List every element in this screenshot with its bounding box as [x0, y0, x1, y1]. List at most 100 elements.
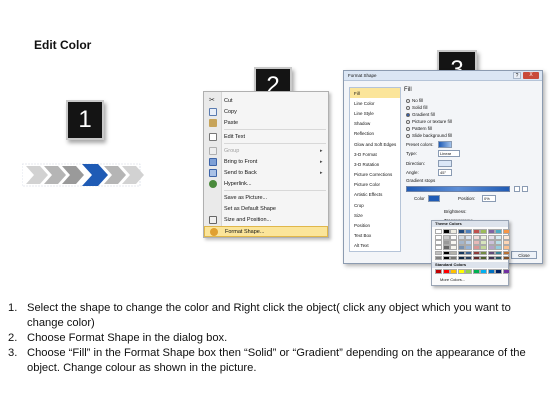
angle-input[interactable]: 45°	[438, 169, 452, 176]
color-swatch[interactable]	[450, 229, 457, 234]
option-solid-fill[interactable]: Solid fill	[406, 105, 428, 110]
color-swatch[interactable]	[435, 240, 442, 245]
color-swatch[interactable]	[465, 240, 472, 245]
color-swatch[interactable]	[472, 255, 480, 261]
color-swatch[interactable]	[442, 240, 450, 245]
color-swatch[interactable]	[435, 229, 442, 234]
direction-dropdown[interactable]	[438, 160, 452, 167]
option-picture-fill[interactable]: Picture or texture fill	[406, 119, 452, 124]
position-input[interactable]: 0%	[482, 195, 496, 202]
color-swatch[interactable]	[480, 245, 487, 250]
menu-item-edit-text[interactable]: Edit Text	[204, 131, 328, 142]
close-icon[interactable]: X	[523, 72, 539, 79]
color-swatch[interactable]	[435, 245, 442, 250]
color-swatch[interactable]	[450, 235, 457, 240]
category-text-box[interactable]: Text Box	[350, 231, 400, 241]
standard-color-swatch[interactable]	[495, 269, 502, 274]
color-swatch[interactable]	[495, 245, 502, 250]
color-swatch[interactable]	[480, 255, 487, 261]
color-swatch[interactable]	[450, 255, 457, 261]
color-swatch[interactable]	[435, 255, 442, 261]
color-swatch[interactable]	[435, 235, 442, 240]
option-slide-bg-fill[interactable]: Slide background fill	[406, 133, 452, 138]
color-swatch[interactable]	[442, 250, 450, 256]
color-swatch[interactable]	[472, 250, 480, 256]
color-swatch[interactable]	[472, 245, 480, 250]
color-swatch[interactable]	[465, 255, 472, 261]
option-no-fill[interactable]: No fill	[406, 98, 423, 103]
help-icon[interactable]: ?	[513, 72, 521, 79]
menu-item-bring-to-front[interactable]: Bring to Front ▸	[204, 156, 328, 167]
category-shadow[interactable]: Shadow	[350, 119, 400, 129]
category-3d-format[interactable]: 3-D Format	[350, 149, 400, 159]
color-swatch[interactable]	[495, 240, 502, 245]
color-swatch[interactable]	[457, 240, 465, 245]
standard-color-swatch[interactable]	[450, 269, 457, 274]
more-colors-link[interactable]: More Colors...	[432, 276, 508, 284]
option-pattern-fill[interactable]: Pattern fill	[406, 126, 432, 131]
menu-item-hyperlink[interactable]: Hyperlink...	[204, 178, 328, 189]
color-swatch[interactable]	[487, 255, 495, 261]
category-picture-corrections[interactable]: Picture Corrections	[350, 170, 400, 180]
menu-item-paste[interactable]: Paste	[204, 117, 328, 128]
category-artistic-effects[interactable]: Artistic Effects	[350, 190, 400, 200]
color-swatch[interactable]	[442, 255, 450, 261]
color-swatch[interactable]	[502, 235, 510, 240]
color-swatch[interactable]	[487, 245, 495, 250]
standard-color-swatch[interactable]	[442, 269, 450, 274]
color-swatch[interactable]	[480, 240, 487, 245]
color-swatch[interactable]	[465, 235, 472, 240]
color-swatch[interactable]	[465, 229, 472, 234]
color-swatch[interactable]	[480, 235, 487, 240]
category-line-style[interactable]: Line Style	[350, 108, 400, 118]
menu-item-size-position[interactable]: Size and Position...	[204, 214, 328, 225]
color-swatch[interactable]	[480, 250, 487, 256]
menu-item-copy[interactable]: Copy	[204, 106, 328, 117]
category-fill[interactable]: Fill	[350, 88, 400, 99]
category-line-color[interactable]: Line Color	[350, 98, 400, 108]
menu-item-cut[interactable]: ✂ Cut	[204, 95, 328, 106]
color-swatch[interactable]	[502, 245, 510, 250]
color-swatch[interactable]	[487, 235, 495, 240]
color-swatch[interactable]	[495, 250, 502, 256]
menu-item-group[interactable]: Group ▸	[204, 145, 328, 156]
standard-color-swatch[interactable]	[435, 269, 442, 274]
standard-color-swatch[interactable]	[487, 269, 495, 274]
color-swatch[interactable]	[502, 255, 510, 261]
color-swatch[interactable]	[450, 240, 457, 245]
gradient-stops-bar[interactable]	[406, 186, 510, 192]
standard-color-swatch[interactable]	[480, 269, 487, 274]
color-swatch[interactable]	[472, 235, 480, 240]
color-swatch[interactable]	[472, 240, 480, 245]
color-swatch[interactable]	[487, 240, 495, 245]
menu-item-save-as-picture[interactable]: Save as Picture...	[204, 192, 328, 203]
color-swatch[interactable]	[487, 250, 495, 256]
menu-item-set-default-shape[interactable]: Set as Default Shape	[204, 203, 328, 214]
color-swatch[interactable]	[450, 245, 457, 250]
close-button[interactable]: Close	[511, 251, 537, 259]
color-swatch[interactable]	[457, 229, 465, 234]
color-swatch[interactable]	[442, 229, 450, 234]
color-swatch[interactable]	[495, 255, 502, 261]
category-position[interactable]: Position	[350, 220, 400, 230]
chevron-shape-group[interactable]	[22, 160, 148, 190]
category-size[interactable]: Size	[350, 210, 400, 220]
standard-color-swatch[interactable]	[472, 269, 480, 274]
color-swatch[interactable]	[495, 235, 502, 240]
menu-item-send-to-back[interactable]: Send to Back ▸	[204, 167, 328, 178]
standard-color-swatch[interactable]	[465, 269, 472, 274]
color-swatch[interactable]	[502, 229, 510, 234]
category-3d-rotation[interactable]: 3-D Rotation	[350, 159, 400, 169]
color-swatch[interactable]	[502, 250, 510, 256]
color-swatch[interactable]	[465, 245, 472, 250]
color-swatch[interactable]	[457, 235, 465, 240]
category-alt-text[interactable]: Alt Text	[350, 241, 400, 251]
standard-color-swatch[interactable]	[457, 269, 465, 274]
color-swatch[interactable]	[480, 229, 487, 234]
color-swatch[interactable]	[450, 250, 457, 256]
category-crop[interactable]: Crop	[350, 200, 400, 210]
type-dropdown[interactable]: Linear	[438, 150, 460, 157]
preset-colors-dropdown[interactable]	[438, 141, 452, 148]
color-swatch[interactable]	[457, 250, 465, 256]
color-swatch[interactable]	[472, 229, 480, 234]
